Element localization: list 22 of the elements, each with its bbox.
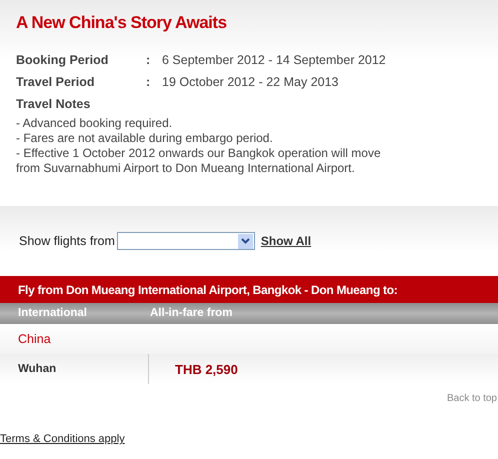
show-all-link[interactable]: Show All (260, 232, 312, 250)
detail-value: 6 September 2012 - 14 September 2012 (162, 52, 386, 70)
back-to-top-link[interactable]: Back to top (446, 391, 497, 406)
terms-link[interactable]: Terms & Conditions apply (0, 433, 125, 446)
note-line: - Effective 1 October 2012 onwards our Bangkok operation will move from Suvarnabhumi Airport to Don Mueang International Airport. (16, 146, 382, 176)
page-title: A New China's Story Awaits (16, 12, 228, 34)
column-header: All-in-fare from (150, 306, 232, 322)
note-line: - Fares are not available during embargo period. (16, 131, 274, 146)
detail-separator: : (146, 74, 152, 92)
detail-value: 19 October 2012 - 22 May 2013 (162, 74, 339, 92)
detail-label: Travel Period (16, 74, 96, 92)
detail-label: Booking Period (16, 52, 110, 70)
routes-heading: Fly from Don Mueang International Airport, Bangkok - Don Mueang to: (0, 276, 498, 304)
origin-select[interactable] (116, 232, 255, 250)
country-name: China (18, 330, 51, 348)
detail-separator: : (146, 52, 152, 70)
city-cell-text: Wuhan (17, 362, 58, 377)
notes-heading: Travel Notes (16, 96, 92, 112)
fare-cell-text: THB 2,590 (174, 360, 238, 378)
filter-label: Show flights from (19, 232, 115, 250)
note-line: - Advanced booking required. (16, 116, 174, 132)
column-header: International (17, 306, 88, 322)
